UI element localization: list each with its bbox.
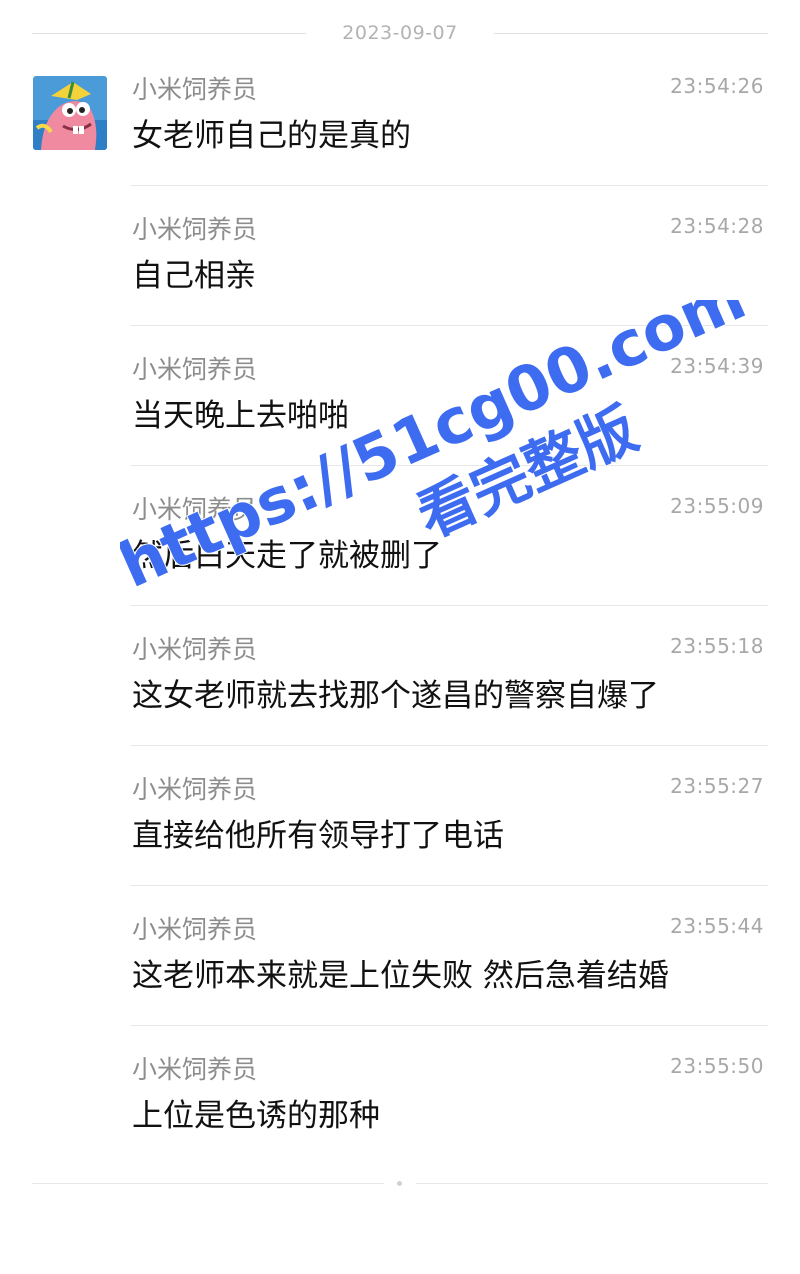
list-end-separator xyxy=(32,1176,768,1192)
message-time: 23:54:26 xyxy=(670,74,764,98)
sender-name: 小米饲养员 xyxy=(132,775,258,804)
message-text: 这老师本来就是上位失败 然后急着结婚 xyxy=(132,958,669,994)
date-divider-right xyxy=(494,33,768,34)
message-item[interactable]: 小米饲养员 23:54:26 女老师自己的是真的 xyxy=(0,46,800,186)
message-item[interactable]: 小米饲养员 23:55:50 上位是色诱的那种 xyxy=(0,1026,800,1166)
message-time: 23:55:18 xyxy=(670,634,764,658)
footer-dot xyxy=(397,1181,402,1186)
message-item[interactable]: 小米饲养员 23:55:27 直接给他所有领导打了电话 xyxy=(0,746,800,886)
message-text: 然后白天走了就被删了 xyxy=(132,538,442,574)
sender-name: 小米饲养员 xyxy=(132,215,258,244)
message-item[interactable]: 小米饲养员 23:55:09 然后白天走了就被删了 xyxy=(0,466,800,606)
message-time: 23:54:39 xyxy=(670,354,764,378)
footer-divider-right xyxy=(416,1183,768,1184)
message-item[interactable]: 小米饲养员 23:54:28 自己相亲 xyxy=(0,186,800,326)
message-time: 23:55:27 xyxy=(670,774,764,798)
message-time: 23:54:28 xyxy=(670,214,764,238)
message-text: 当天晚上去啪啪 xyxy=(132,398,349,434)
sender-name: 小米饲养员 xyxy=(132,1055,258,1084)
message-item[interactable]: 小米饲养员 23:55:44 这老师本来就是上位失败 然后急着结婚 xyxy=(0,886,800,1026)
message-time: 23:55:50 xyxy=(670,1054,764,1078)
message-list: 小米饲养员 23:54:26 女老师自己的是真的 小米饲养员 23:54:28 … xyxy=(0,46,800,1166)
message-item[interactable]: 小米饲养员 23:54:39 当天晚上去啪啪 xyxy=(0,326,800,466)
sender-name: 小米饲养员 xyxy=(132,915,258,944)
message-text: 女老师自己的是真的 xyxy=(132,118,411,154)
sender-name: 小米饲养员 xyxy=(132,635,258,664)
footer-divider-left xyxy=(32,1183,384,1184)
message-text: 自己相亲 xyxy=(132,258,256,294)
sender-name: 小米饲养员 xyxy=(132,495,258,524)
message-text: 直接给他所有领导打了电话 xyxy=(132,818,504,854)
message-text: 这女老师就去找那个遂昌的警察自爆了 xyxy=(132,678,659,714)
sender-name: 小米饲养员 xyxy=(132,75,258,104)
message-time: 23:55:09 xyxy=(670,494,764,518)
message-item[interactable]: 小米饲养员 23:55:18 这女老师就去找那个遂昌的警察自爆了 xyxy=(0,606,800,746)
message-time: 23:55:44 xyxy=(670,914,764,938)
message-text: 上位是色诱的那种 xyxy=(132,1098,380,1134)
sender-name: 小米饲养员 xyxy=(132,355,258,384)
